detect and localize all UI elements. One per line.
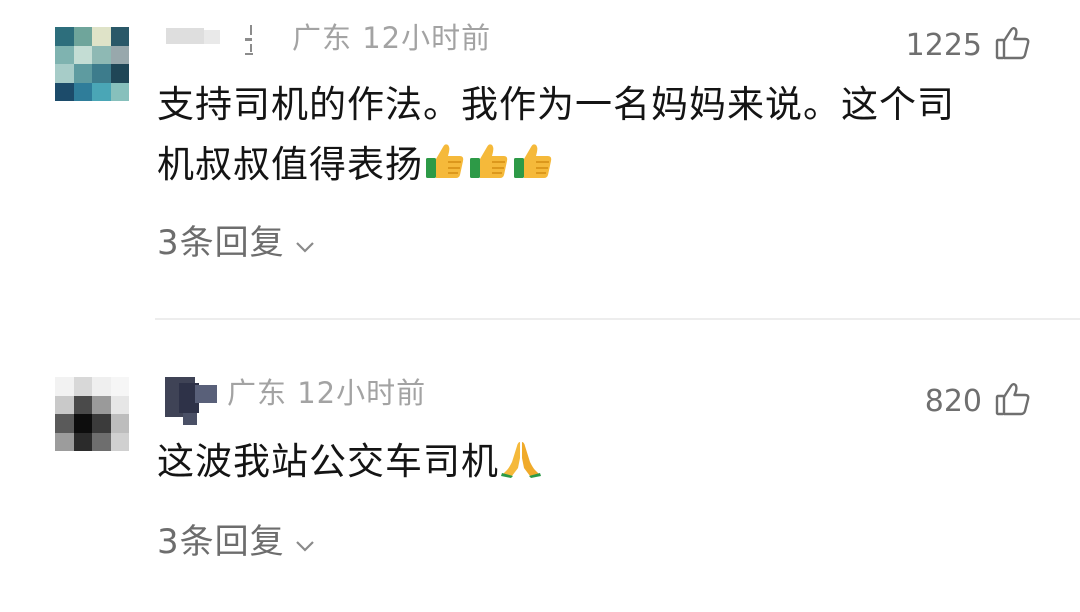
timestamp: 12小时前 (297, 376, 427, 410)
avatar[interactable] (55, 27, 129, 101)
username[interactable] (165, 377, 225, 427)
avatar[interactable] (55, 377, 129, 451)
comment-text: 这波我站公交车司机 (157, 432, 1037, 496)
thumbs-up-icon (994, 24, 1032, 68)
comment-text-line-2: 机叔叔值得表扬 (157, 135, 1037, 199)
username[interactable] (166, 25, 256, 61)
thumbs-up-emoji-icon (511, 139, 555, 199)
folded-hands-emoji-icon (499, 436, 543, 496)
like-button[interactable]: 820 (925, 380, 1032, 424)
comment-text-line: 这波我站公交车司机 (157, 440, 499, 483)
divider (155, 318, 1080, 320)
comment-list: 广东 12小时前 1225 支持司机的作法。我作为一名妈妈来说。这个司 机叔叔值… (0, 0, 1080, 612)
comment-item: 广东 12小时前 1225 支持司机的作法。我作为一名妈妈来说。这个司 机叔叔值… (0, 0, 1080, 320)
thumbs-up-icon (994, 380, 1032, 424)
comment-meta: 广东 12小时前 (227, 379, 426, 408)
thumbs-up-emoji-icon (423, 139, 467, 199)
thumbs-up-emoji-icon (467, 139, 511, 199)
view-replies-button[interactable]: 3条回复 (157, 525, 315, 559)
comment-text-line: 支持司机的作法。我作为一名妈妈来说。这个司 (157, 83, 955, 126)
like-button[interactable]: 1225 (906, 24, 1032, 68)
comment-text: 支持司机的作法。我作为一名妈妈来说。这个司 机叔叔值得表扬 (157, 75, 1037, 199)
timestamp: 12小时前 (362, 21, 492, 55)
view-replies-button[interactable]: 3条回复 (157, 226, 315, 260)
replies-label: 3条回复 (157, 522, 285, 562)
comment-item: 广东 12小时前 820 这波我站公交车司机 3条回复 (0, 322, 1080, 612)
location: 广东 (227, 376, 288, 410)
comment-meta: 广东 12小时前 (292, 24, 491, 53)
chevron-down-icon (295, 226, 315, 260)
location: 广东 (292, 21, 353, 55)
chevron-down-icon (295, 525, 315, 559)
comment-text-line: 机叔叔值得表扬 (157, 143, 423, 186)
replies-label: 3条回复 (157, 223, 285, 263)
like-count: 1225 (905, 28, 982, 63)
like-count: 820 (924, 384, 982, 419)
